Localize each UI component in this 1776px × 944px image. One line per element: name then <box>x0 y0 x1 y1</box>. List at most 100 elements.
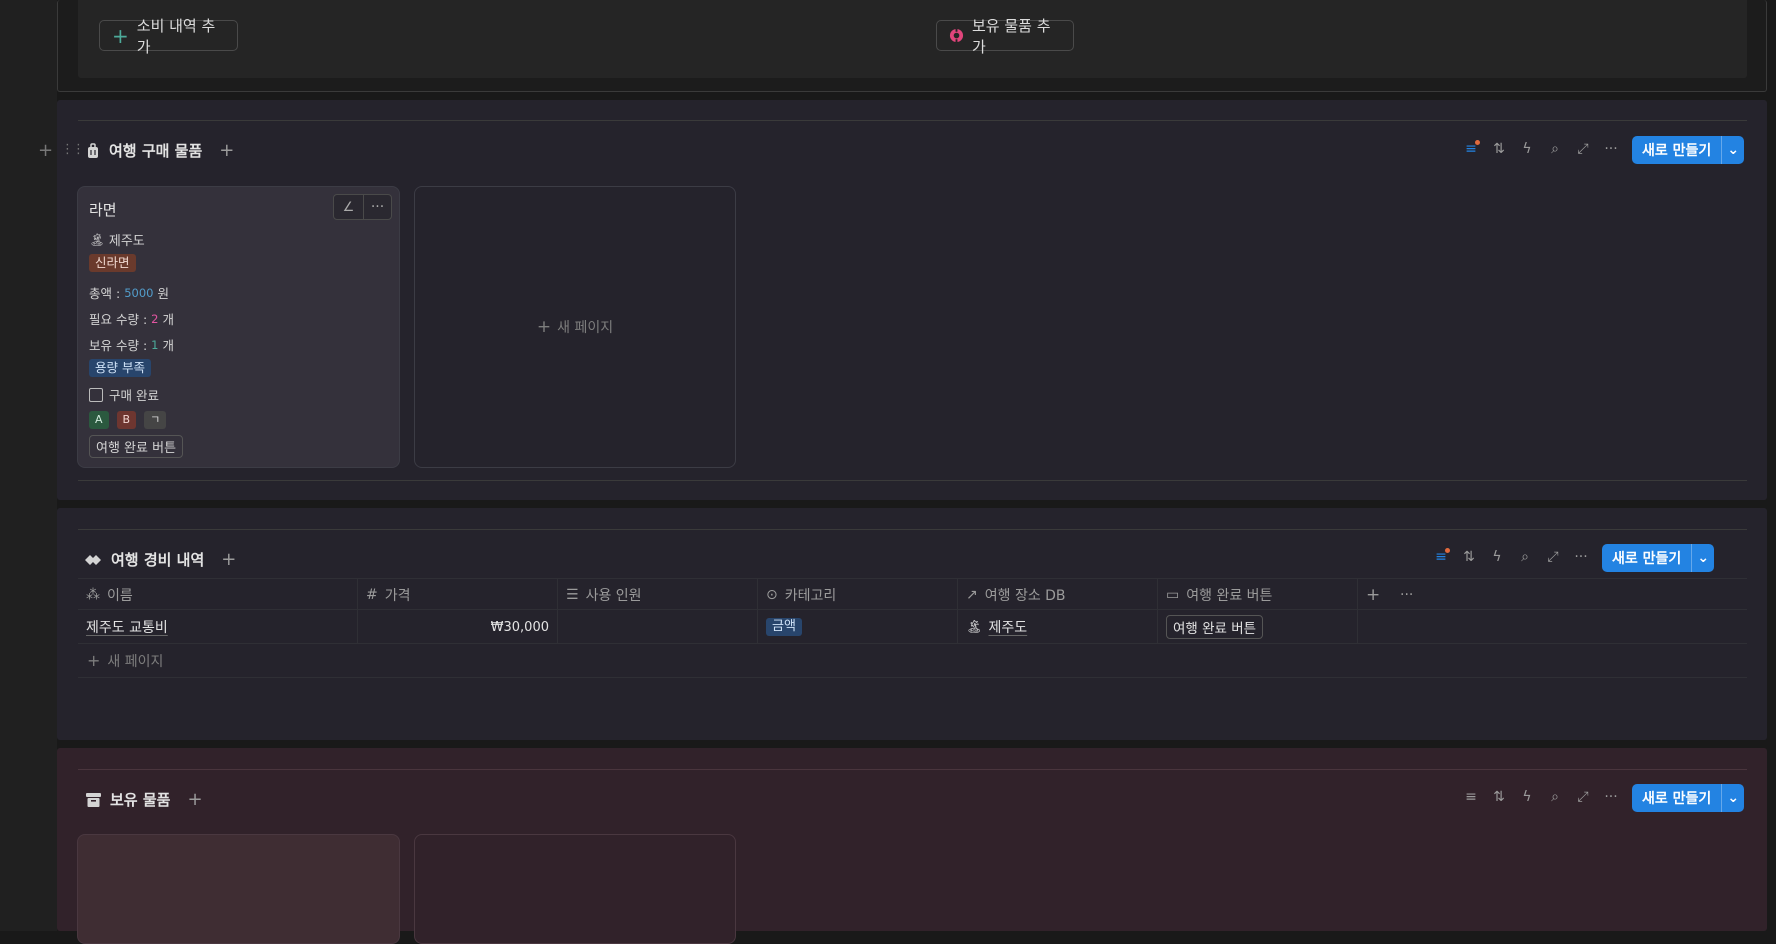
divider <box>78 529 1747 530</box>
filter-icon[interactable]: ≡ <box>1463 789 1479 805</box>
add-view-icon[interactable]: + <box>219 140 234 161</box>
sort-icon[interactable]: ⇅ <box>1491 141 1507 157</box>
divider <box>78 120 1747 121</box>
money-icon <box>84 553 102 567</box>
card-small-tags: A B ㄱ <box>89 411 167 429</box>
chevron-down-icon[interactable]: ⌄ <box>1691 544 1714 572</box>
purchase-section-title[interactable]: 여행 구매 물품 <box>109 140 202 161</box>
trip-done-button[interactable]: 여행 완료 버튼 <box>1166 615 1264 639</box>
column-header-place[interactable]: ↗ 여행 장소 DB <box>958 579 1158 611</box>
card-title: 라면 <box>89 201 117 219</box>
trip-done-button[interactable]: 여행 완료 버튼 <box>89 435 184 458</box>
block-add-handle[interactable]: + <box>38 140 53 161</box>
sort-icon[interactable]: ⇅ <box>1461 549 1477 565</box>
more-icon[interactable]: ··· <box>1573 549 1589 565</box>
card-actions: ∠ ··· <box>333 194 392 220</box>
new-page-row[interactable]: + 새 페이지 <box>78 644 1747 678</box>
luggage-icon <box>86 142 100 159</box>
chevron-down-icon[interactable]: ⌄ <box>1721 784 1744 812</box>
add-expense-label: 소비 내역 추가 <box>136 16 216 56</box>
divider <box>78 480 1747 481</box>
search-icon[interactable]: ⌕ <box>1547 141 1563 157</box>
new-page-card[interactable]: + 새 페이지 <box>414 186 736 468</box>
more-icon[interactable]: ··· <box>1603 789 1619 805</box>
column-header-button[interactable]: ▭ 여행 완료 버튼 <box>1158 579 1358 611</box>
add-column-icon[interactable]: + <box>1358 579 1392 611</box>
status-tag: 용량 부족 <box>89 359 151 377</box>
top-section-inner <box>78 0 1747 78</box>
cell-category[interactable]: 금액 <box>758 610 958 644</box>
tag-c: ㄱ <box>144 411 167 429</box>
new-page-label: 새 페이지 <box>107 653 164 670</box>
checkbox[interactable] <box>89 387 103 402</box>
plus-icon: + <box>536 317 552 337</box>
search-icon[interactable]: ⌕ <box>1517 549 1533 565</box>
card-status-row: 용량 부족 <box>89 359 151 377</box>
automation-icon[interactable]: ϟ <box>1519 789 1535 805</box>
search-icon[interactable]: ⌕ <box>1547 789 1563 805</box>
island-icon: 🏝 <box>89 231 105 247</box>
new-page-label: 새 페이지 <box>557 320 614 336</box>
select-icon: ⊙ <box>766 587 778 603</box>
column-header-category[interactable]: ⊙ 카테고리 <box>758 579 958 611</box>
owned-section-title[interactable]: 보유 물품 <box>110 789 170 810</box>
purchase-toolbar: ≡ ⇅ ϟ ⌕ ⤢ ··· <box>1463 140 1619 157</box>
new-button-label[interactable]: 새로 만들기 <box>1602 544 1691 572</box>
purchase-new-button[interactable]: 새로 만들기 ⌄ <box>1632 136 1745 164</box>
more-icon[interactable]: ··· <box>1392 579 1426 611</box>
add-owned-label: 보유 물품 추가 <box>972 16 1051 56</box>
tag-a: A <box>89 411 109 429</box>
brand-tag: 신라면 <box>89 254 136 272</box>
drag-handle-icon[interactable]: ⋮⋮ <box>61 142 85 157</box>
automation-icon[interactable]: ϟ <box>1489 549 1505 565</box>
add-view-icon[interactable]: + <box>221 549 236 570</box>
filter-icon[interactable]: ≡ <box>1463 140 1480 157</box>
new-button-label[interactable]: 새로 만들기 <box>1632 784 1721 812</box>
card-done-row: 여행 완료 버튼 <box>89 435 184 458</box>
plus-icon: + <box>112 23 129 48</box>
more-icon[interactable]: ··· <box>364 195 391 219</box>
cell-button[interactable]: 여행 완료 버튼 <box>1158 610 1358 644</box>
sort-icon[interactable]: ⇅ <box>1491 789 1507 805</box>
edit-icon[interactable]: ∠ <box>334 195 364 219</box>
divider <box>78 769 1747 770</box>
card-checkbox-row[interactable]: 구매 완료 <box>89 385 159 404</box>
gallery-card[interactable] <box>77 834 400 944</box>
expense-toolbar: ≡ ⇅ ϟ ⌕ ⤢ ··· <box>1433 548 1589 565</box>
expense-section-title[interactable]: 여행 경비 내역 <box>111 549 204 570</box>
plus-icon: + <box>87 651 101 670</box>
expense-new-button[interactable]: 새로 만들기 ⌄ <box>1602 544 1715 572</box>
more-icon[interactable]: ··· <box>1603 141 1619 157</box>
tag-b: B <box>116 411 137 429</box>
column-header-price[interactable]: # 가격 <box>358 579 558 611</box>
hash-icon: # <box>366 587 378 603</box>
card-brand-row: 신라면 <box>89 254 136 272</box>
chevron-down-icon[interactable]: ⌄ <box>1721 136 1744 164</box>
table-row[interactable]: 제주도 교통비 ₩30,000 금액 🏝 제주도 여행 완료 버튼 <box>78 610 1747 644</box>
add-expense-button[interactable]: + 소비 내역 추가 <box>99 17 238 56</box>
new-button-label[interactable]: 새로 만들기 <box>1632 136 1721 164</box>
column-header-people[interactable]: ☰ 사용 인원 <box>558 579 758 611</box>
cell-name[interactable]: 제주도 교통비 <box>78 610 358 644</box>
card-place[interactable]: 🏝 제주도 <box>89 230 145 250</box>
cell-price[interactable]: ₩30,000 <box>358 610 558 644</box>
gallery-card[interactable]: 라면 ∠ ··· 🏝 제주도 신라면 총액 : 5000 원 필요 수량 : 2… <box>77 186 400 468</box>
expand-icon[interactable]: ⤢ <box>1575 789 1591 805</box>
new-page-card[interactable] <box>414 834 736 944</box>
expand-icon[interactable]: ⤢ <box>1575 141 1591 157</box>
filter-icon[interactable]: ≡ <box>1433 548 1450 565</box>
add-view-icon[interactable]: + <box>187 789 202 810</box>
automation-icon[interactable]: ϟ <box>1519 141 1535 157</box>
category-tag: 금액 <box>766 618 802 636</box>
column-header-name[interactable]: ⁂ 이름 <box>78 579 358 611</box>
table-header-row: ⁂ 이름 # 가격 ☰ 사용 인원 ⊙ 카테고리 ↗ 여행 장소 DB ▭ 여행… <box>78 578 1747 611</box>
card-have-row: 보유 수량 : 1 개 <box>89 337 175 354</box>
relation-arrow-icon: ↗ <box>966 587 978 603</box>
expand-icon[interactable]: ⤢ <box>1545 549 1561 565</box>
archive-icon <box>86 792 101 807</box>
lifebuoy-icon <box>949 28 964 43</box>
add-owned-button[interactable]: 보유 물품 추가 <box>936 17 1074 56</box>
cell-place[interactable]: 🏝 제주도 <box>958 610 1158 644</box>
cell-people[interactable] <box>558 610 758 644</box>
owned-new-button[interactable]: 새로 만들기 ⌄ <box>1632 784 1745 812</box>
